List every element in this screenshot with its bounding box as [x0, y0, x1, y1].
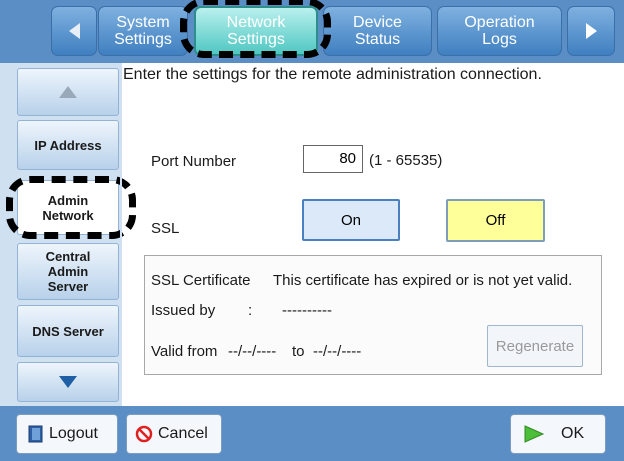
chevron-right-icon	[585, 23, 597, 39]
page-instruction: Enter the settings for the remote admini…	[123, 66, 542, 83]
sidebar-item-central-admin-server[interactable]: Central Admin Server	[17, 243, 119, 300]
arrow-down-icon	[59, 376, 77, 388]
tab-device-status[interactable]: Device Status	[323, 6, 432, 56]
sidebar-scroll-down-button[interactable]	[17, 362, 119, 402]
valid-to-label: to	[292, 343, 305, 360]
tab-highlight-annotation	[180, 0, 331, 58]
chevron-left-icon	[68, 23, 80, 39]
issued-by-separator: :	[248, 302, 253, 319]
tab-operation-logs[interactable]: Operation Logs	[437, 6, 562, 56]
valid-from-value: --/--/----	[228, 343, 277, 360]
cancel-label: Cancel	[158, 425, 208, 442]
port-range-hint: (1 - 65535)	[369, 152, 443, 169]
logout-button[interactable]: Logout	[16, 414, 118, 454]
ssl-certificate-status: This certificate has expired or is not y…	[273, 272, 573, 289]
sidebar-scroll-up-button[interactable]	[17, 68, 119, 116]
valid-to-value: --/--/----	[313, 343, 362, 360]
tab-scroll-right-button[interactable]	[567, 6, 615, 56]
sidebar-item-ip-address[interactable]: IP Address	[17, 120, 119, 170]
ok-button[interactable]: OK	[510, 414, 606, 454]
sidebar-highlight-annotation	[6, 176, 136, 239]
ssl-on-button[interactable]: On	[302, 199, 400, 241]
cancel-button[interactable]: Cancel	[126, 414, 222, 454]
issued-by-value: ----------	[282, 302, 332, 319]
cancel-icon	[135, 425, 153, 443]
play-arrow-icon	[524, 425, 545, 443]
logout-label: Logout	[49, 425, 98, 442]
tab-scroll-left-button[interactable]	[51, 6, 97, 56]
ok-label: OK	[561, 425, 585, 442]
regenerate-button[interactable]: Regenerate	[487, 325, 583, 367]
ssl-off-button[interactable]: Off	[446, 199, 545, 242]
port-number-label: Port Number	[151, 153, 237, 170]
door-icon	[28, 425, 43, 443]
ssl-certificate-title: SSL Certificate	[151, 272, 251, 289]
issued-by-label: Issued by	[151, 302, 216, 319]
sidebar-item-dns-server[interactable]: DNS Server	[17, 305, 119, 357]
valid-from-label: Valid from	[151, 343, 218, 360]
arrow-up-icon	[59, 86, 77, 98]
ssl-label: SSL	[151, 220, 180, 237]
port-number-input[interactable]: 80	[303, 145, 363, 173]
tab-system-settings[interactable]: System Settings	[98, 6, 188, 56]
